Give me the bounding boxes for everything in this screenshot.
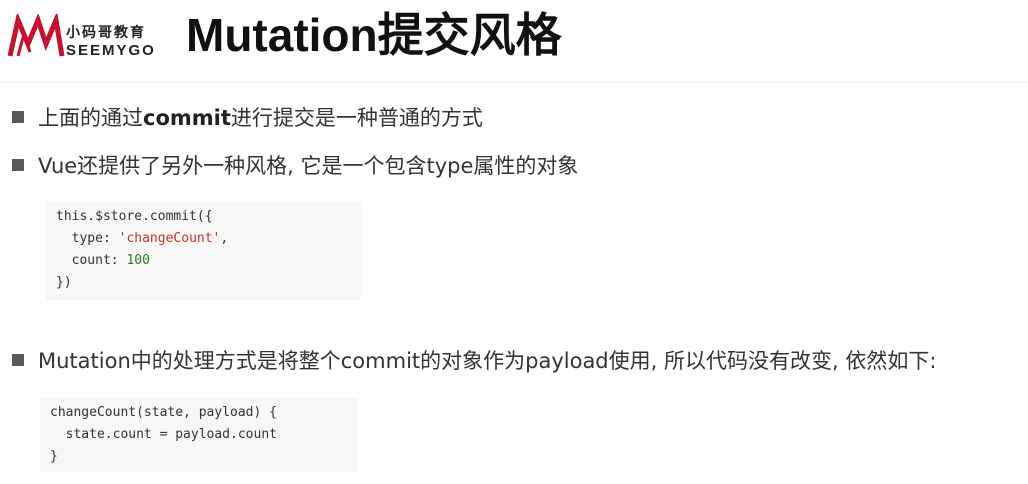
- bullet-square-icon: [12, 354, 24, 366]
- bullet-item: Mutation中的处理方式是将整个commit的对象作为payload使用, …: [12, 345, 936, 375]
- logo-english-text: SEEMYGO: [66, 42, 156, 59]
- bullet-square-icon: [12, 111, 24, 123]
- slide-header: 小码哥教育 SEEMYGO Mutation提交风格: [0, 0, 1028, 83]
- bullet-item: 上面的通过commit进行提交是一种普通的方式: [12, 102, 483, 132]
- page-title: Mutation提交风格: [186, 9, 562, 61]
- code-block-commit: this.$store.commit({ type: 'changeCount'…: [46, 202, 361, 300]
- logo-chinese-text: 小码哥教育: [66, 25, 146, 41]
- seemygo-logo-icon: [7, 14, 65, 57]
- bullet-text: Mutation中的处理方式是将整个commit的对象作为payload使用, …: [38, 349, 937, 373]
- bullet-text: 上面的通过commit进行提交是一种普通的方式: [38, 106, 483, 130]
- bullet-square-icon: [12, 159, 24, 171]
- code-block-mutation: changeCount(state, payload) { state.coun…: [40, 398, 357, 472]
- bullet-text: Vue还提供了另外一种风格, 它是一个包含type属性的对象: [38, 154, 579, 178]
- bullet-item: Vue还提供了另外一种风格, 它是一个包含type属性的对象: [12, 150, 578, 180]
